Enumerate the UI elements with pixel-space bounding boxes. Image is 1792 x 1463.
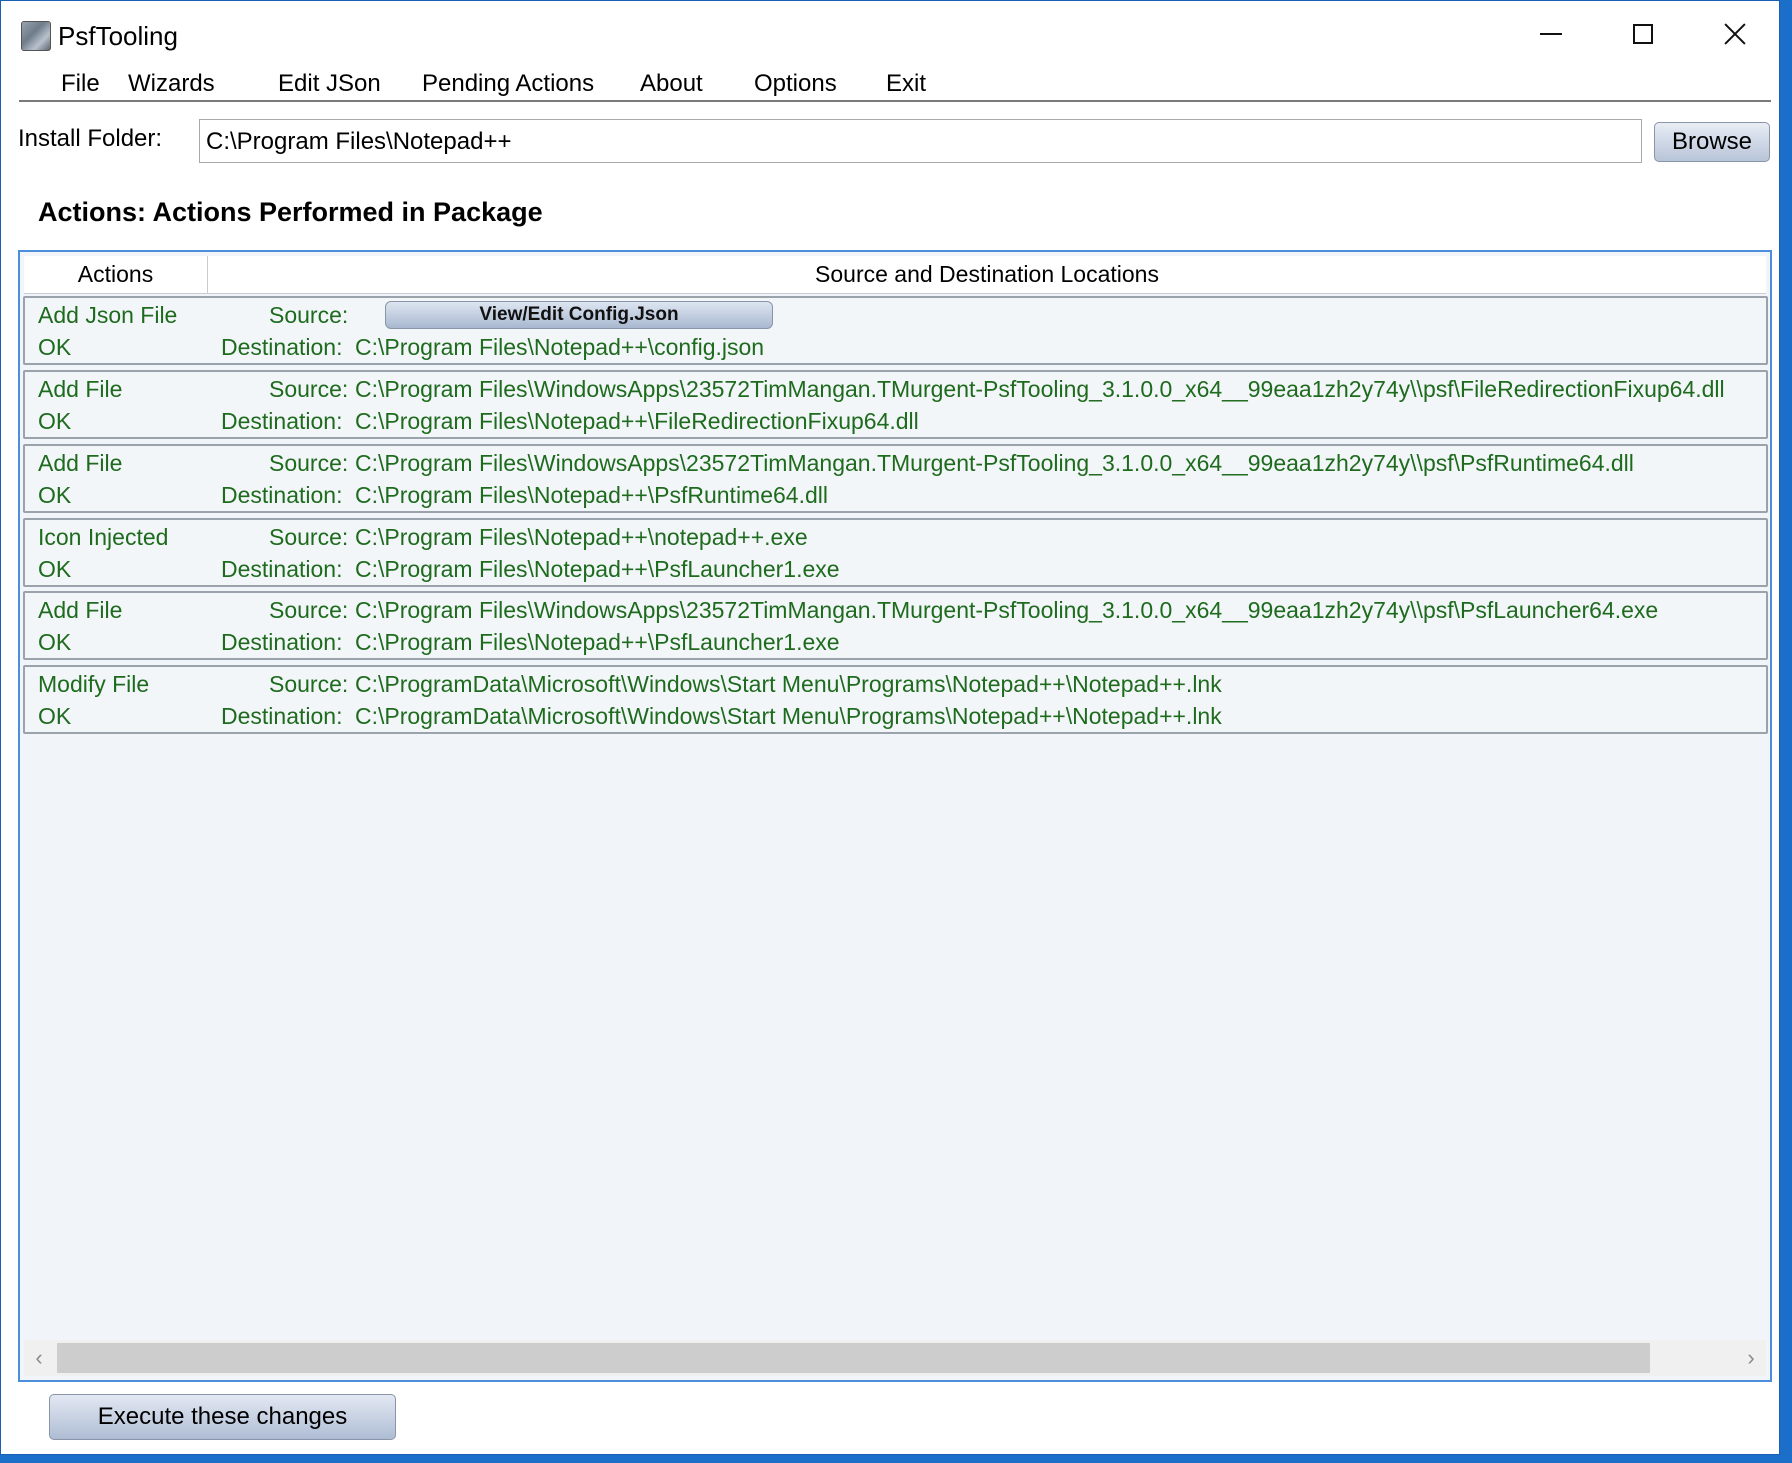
row-action: Modify File xyxy=(38,671,150,697)
row-destination: C:\Program Files\Notepad++\FileRedirecti… xyxy=(355,408,919,434)
title-bar[interactable]: PsfTooling xyxy=(1,1,1779,67)
maximize-icon xyxy=(1633,24,1653,44)
row-status: OK xyxy=(38,408,72,434)
row-source: C:\ProgramData\Microsoft\Windows\Start M… xyxy=(355,671,1222,697)
row-status: OK xyxy=(38,703,72,729)
install-folder-label: Install Folder: xyxy=(18,125,163,152)
menu-exit[interactable]: Exit xyxy=(886,70,926,98)
row-source-label: Source: xyxy=(269,302,349,328)
row-action: Add File xyxy=(38,376,123,402)
menu-edit-json[interactable]: Edit JSon xyxy=(278,70,381,98)
row-destination: C:\Program Files\Notepad++\config.json xyxy=(355,334,765,360)
row-source: C:\Program Files\WindowsApps\23572TimMan… xyxy=(355,376,1725,402)
row-status: OK xyxy=(38,556,72,582)
menu-pending-actions[interactable]: Pending Actions xyxy=(422,70,594,98)
row-destination-label: Destination: xyxy=(221,703,343,729)
row-source: C:\Program Files\Notepad++\notepad++.exe xyxy=(355,524,808,550)
row-source-label: Source: xyxy=(269,597,349,623)
row-source-label: Source: xyxy=(269,376,349,402)
row-status: OK xyxy=(38,482,72,508)
menu-options[interactable]: Options xyxy=(754,70,837,98)
browse-button[interactable]: Browse xyxy=(1654,122,1770,162)
row-source-label: Source: xyxy=(269,524,349,550)
row-destination: C:\Program Files\Notepad++\PsfLauncher1.… xyxy=(355,629,840,655)
minimize-icon xyxy=(1540,33,1562,35)
horizontal-scrollbar[interactable]: ‹ › xyxy=(24,1340,1766,1376)
row-source: C:\Program Files\WindowsApps\23572TimMan… xyxy=(355,450,1634,476)
install-folder-input[interactable] xyxy=(199,119,1642,163)
row-destination-label: Destination: xyxy=(221,408,343,434)
row-action: Icon Injected xyxy=(38,524,169,550)
row-action: Add File xyxy=(38,597,123,623)
row-source: C:\Program Files\WindowsApps\23572TimMan… xyxy=(355,597,1659,623)
row-destination-label: Destination: xyxy=(221,629,343,655)
scrollbar-thumb[interactable] xyxy=(57,1343,1650,1373)
minimize-button[interactable] xyxy=(1505,1,1597,67)
table-row[interactable]: Add File OK Source: C:\Program Files\Win… xyxy=(23,370,1768,439)
scroll-right-icon[interactable]: › xyxy=(1736,1340,1766,1376)
scroll-left-icon[interactable]: ‹ xyxy=(24,1340,54,1376)
table-row[interactable]: Add File OK Source: C:\Program Files\Win… xyxy=(23,444,1768,513)
section-title: Actions: Actions Performed in Package xyxy=(38,197,543,227)
menu-wizards[interactable]: Wizards xyxy=(128,70,215,98)
row-source-label: Source: xyxy=(269,450,349,476)
table-row[interactable]: Modify File OK Source: C:\ProgramData\Mi… xyxy=(23,665,1768,734)
row-destination: C:\Program Files\Notepad++\PsfLauncher1.… xyxy=(355,556,840,582)
row-status: OK xyxy=(38,334,72,360)
maximize-button[interactable] xyxy=(1597,1,1689,67)
row-destination: C:\ProgramData\Microsoft\Windows\Start M… xyxy=(355,703,1222,729)
window-title: PsfTooling xyxy=(58,21,178,51)
menu-file[interactable]: File xyxy=(61,70,100,98)
row-destination: C:\Program Files\Notepad++\PsfRuntime64.… xyxy=(355,482,828,508)
close-icon xyxy=(1723,22,1747,46)
row-destination-label: Destination: xyxy=(221,334,343,360)
row-destination-label: Destination: xyxy=(221,556,343,582)
row-status: OK xyxy=(38,629,72,655)
table-row[interactable]: Icon Injected OK Source: C:\Program File… xyxy=(23,518,1768,587)
column-header-actions[interactable]: Actions xyxy=(24,256,208,293)
app-window: PsfTooling File Wizards Edit JSon Pendin… xyxy=(0,0,1780,1455)
menu-bar: File Wizards Edit JSon Pending Actions A… xyxy=(19,67,1771,102)
row-action: Add Json File xyxy=(38,302,178,328)
view-edit-config-button[interactable]: View/Edit Config.Json xyxy=(385,301,773,329)
menu-about[interactable]: About xyxy=(640,70,703,98)
table-row[interactable]: Add File OK Source: C:\Program Files\Win… xyxy=(23,591,1768,660)
grid-header: Actions Source and Destination Locations xyxy=(24,256,1766,294)
actions-grid: Actions Source and Destination Locations… xyxy=(18,250,1772,1382)
column-header-locations[interactable]: Source and Destination Locations xyxy=(208,256,1766,293)
table-row[interactable]: Add Json File OK Source: View/Edit Confi… xyxy=(23,296,1768,365)
row-destination-label: Destination: xyxy=(221,482,343,508)
row-action: Add File xyxy=(38,450,123,476)
row-source-label: Source: xyxy=(269,671,349,697)
close-button[interactable] xyxy=(1689,1,1781,67)
app-logo-icon xyxy=(21,21,51,51)
execute-changes-button[interactable]: Execute these changes xyxy=(49,1394,396,1440)
